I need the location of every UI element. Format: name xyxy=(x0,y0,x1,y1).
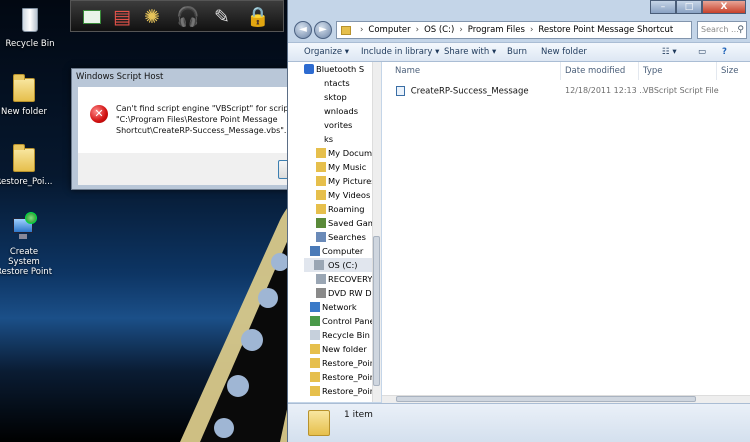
nav-item[interactable]: Bluetooth S xyxy=(304,62,380,76)
search-placeholder: Search ... xyxy=(701,25,739,34)
horizontal-scrollbar-thumb[interactable] xyxy=(396,396,696,402)
edit-icon[interactable]: ✎ xyxy=(209,5,235,29)
nav-item-selected[interactable]: OS (C:) xyxy=(304,258,380,272)
music-icon xyxy=(316,162,326,172)
nav-item[interactable]: New folder xyxy=(310,342,380,356)
folder-icon xyxy=(310,372,320,382)
lock-icon[interactable]: 🔒 xyxy=(245,5,271,29)
desktop-icon-label: New folder xyxy=(1,107,47,117)
nav-item[interactable]: Restore_Point xyxy=(310,356,380,370)
file-name: CreateRP-Success_Message xyxy=(410,86,529,97)
organize-button[interactable]: Organize ▾ xyxy=(304,47,349,57)
new-folder-button[interactable]: New folder xyxy=(541,47,587,57)
desktop-icon-new-folder[interactable]: New folder xyxy=(0,72,54,117)
searches-icon xyxy=(316,232,326,242)
details-pane: 1 item xyxy=(288,403,750,442)
chevron-right-icon: › xyxy=(360,25,364,35)
documents-icon xyxy=(316,148,326,158)
desktop-icon-restore-point[interactable]: Restore_Poi... xyxy=(0,142,54,187)
column-header-type[interactable]: Type xyxy=(643,66,663,76)
minimize-button[interactable]: – xyxy=(650,0,676,14)
search-icon: ⚲ xyxy=(737,25,744,35)
chevron-right-icon: › xyxy=(459,25,463,35)
help-icon[interactable]: ? xyxy=(722,47,727,57)
folder-icon xyxy=(310,386,320,396)
preview-pane-icon[interactable]: ▭ xyxy=(698,47,706,57)
command-bar: Organize ▾ Include in library ▾ Share wi… xyxy=(288,42,750,62)
nav-scrollbar-thumb[interactable] xyxy=(373,236,380,386)
file-row[interactable]: CreateRP-Success_Message xyxy=(396,86,529,97)
close-button[interactable]: X xyxy=(702,0,746,14)
network-icon xyxy=(310,302,320,312)
desktop-icon-recycle-bin[interactable]: Recycle Bin xyxy=(0,4,60,49)
control-panel-icon xyxy=(310,316,320,326)
file-date: 12/18/2011 12:13 ... xyxy=(565,86,647,95)
burn-button[interactable]: Burn xyxy=(507,47,527,57)
include-in-library-button[interactable]: Include in library ▾ xyxy=(361,47,439,57)
folder-icon xyxy=(308,410,330,436)
folder-icon xyxy=(310,344,320,354)
desktop-icon-label: Restore_Poi... xyxy=(0,177,53,187)
videos-icon xyxy=(316,190,326,200)
dialog-title: Windows Script Host xyxy=(76,72,164,82)
film-reel-icon[interactable]: ✺ xyxy=(139,5,165,29)
column-header-size[interactable]: Size xyxy=(721,66,738,76)
item-count: 1 item xyxy=(344,410,373,420)
title-buttons: – □ X xyxy=(650,0,746,14)
nav-item[interactable]: Computer xyxy=(310,244,380,258)
desktop-icon-create-restore-point[interactable]: Create System Restore Point xyxy=(0,212,54,277)
dvd-drive-icon xyxy=(316,288,326,298)
file-type: VBScript Script File xyxy=(643,86,719,95)
nav-item[interactable]: Control Panel xyxy=(310,314,380,328)
folder-icon xyxy=(310,358,320,368)
computer-icon xyxy=(310,246,320,256)
folder-icon xyxy=(341,25,351,35)
breadcrumb-item[interactable]: OS (C:) xyxy=(424,25,454,35)
recycle-bin-icon xyxy=(310,330,320,340)
bluetooth-icon xyxy=(304,64,314,74)
recycle-bin-icon xyxy=(15,4,45,36)
search-input[interactable]: Search ... ⚲ xyxy=(697,21,747,39)
forward-button[interactable]: ► xyxy=(314,21,332,39)
column-header-name[interactable]: Name xyxy=(395,66,420,76)
notepad-icon[interactable] xyxy=(79,5,105,29)
breadcrumb-item[interactable]: Computer xyxy=(368,25,410,35)
books-icon[interactable]: ▤ xyxy=(109,5,135,29)
back-button[interactable]: ◄ xyxy=(294,21,312,39)
folder-icon xyxy=(9,72,39,104)
desktop-icon-label: Recycle Bin xyxy=(5,39,55,49)
computer-icon xyxy=(9,212,39,244)
chevron-right-icon: › xyxy=(415,25,420,35)
vbscript-file-icon xyxy=(396,86,405,96)
view-options-icon[interactable]: ☷ ▾ xyxy=(662,47,677,57)
nav-item[interactable]: Network xyxy=(310,300,380,314)
column-header-date[interactable]: Date modified xyxy=(565,66,625,76)
nav-item[interactable]: Recycle Bin xyxy=(310,328,380,342)
address-bar[interactable]: › Computer › OS (C:) › Program Files › R… xyxy=(336,21,692,39)
saved-games-icon xyxy=(316,218,326,228)
drive-icon xyxy=(314,260,324,270)
breadcrumb-item[interactable]: Program Files xyxy=(468,25,525,35)
error-icon: ✕ xyxy=(90,105,108,123)
headphones-icon[interactable]: 🎧 xyxy=(175,5,201,29)
desktop-icon-label: Create System Restore Point xyxy=(0,247,53,277)
folder-icon xyxy=(316,204,326,214)
quick-launch-bar: ▤ ✺ 🎧 ✎ 🔒 xyxy=(70,0,284,32)
explorer-window: – □ X ◄ ► › Computer › OS (C:) › Program… xyxy=(287,0,750,442)
navigation-pane: Bluetooth S ntacts sktop wnloads vorites… xyxy=(288,62,381,402)
share-with-button[interactable]: Share with ▾ xyxy=(444,47,496,57)
maximize-button[interactable]: □ xyxy=(676,0,702,14)
chevron-right-icon: › xyxy=(529,25,534,35)
drive-icon xyxy=(316,274,326,284)
folder-icon xyxy=(9,142,39,174)
pictures-icon xyxy=(316,176,326,186)
file-list xyxy=(382,62,750,402)
nav-item[interactable]: Restore_Point xyxy=(310,384,380,398)
nav-item[interactable]: Restore_Point xyxy=(310,370,380,384)
breadcrumb-item[interactable]: Restore Point Message Shortcut xyxy=(538,25,673,35)
